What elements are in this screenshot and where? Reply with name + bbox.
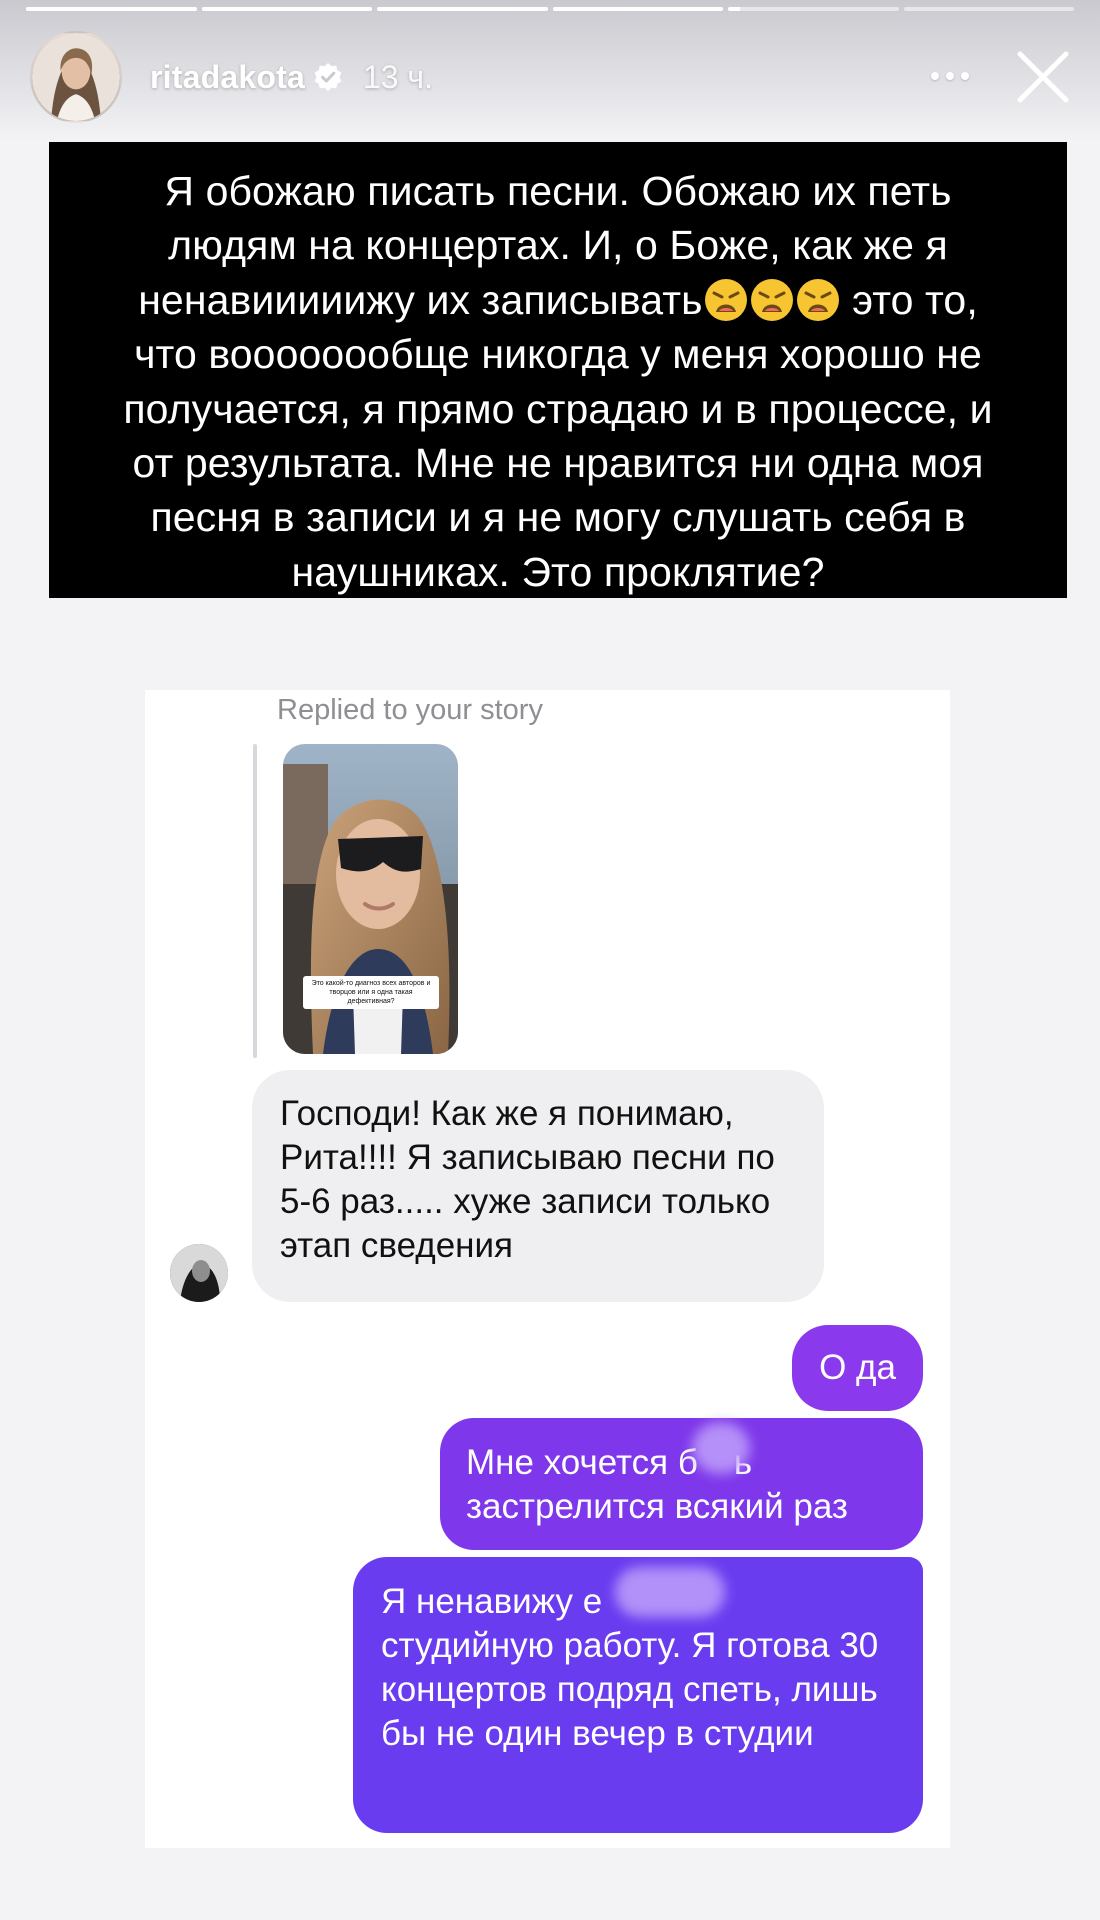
message-text: Мне хочется б bbox=[466, 1443, 698, 1482]
story-caption: Я обожаю писать песни. Обожаю их петь лю… bbox=[49, 142, 1067, 598]
more-dots-icon[interactable] bbox=[910, 56, 990, 96]
progress-segment bbox=[201, 7, 372, 11]
caption-text: ненавииииижу их записывать bbox=[138, 276, 703, 323]
censor-blur bbox=[615, 1567, 725, 1617]
caption-text: это то, bbox=[840, 276, 978, 323]
close-icon[interactable] bbox=[1010, 44, 1076, 110]
message-text: Я ненавижу е bbox=[381, 1582, 603, 1621]
story-header: ritadakota 13 ч. bbox=[30, 31, 1080, 123]
caption-line: людям на концертах. И, о Боже, как же я bbox=[168, 222, 948, 269]
incoming-message[interactable]: Господи! Как же я понимаю, Рита!!!! Я за… bbox=[252, 1070, 824, 1302]
outgoing-message[interactable]: О да bbox=[792, 1325, 923, 1411]
story-viewer: ritadakota 13 ч. Я обожаю писать песни. … bbox=[0, 0, 1100, 1920]
caption-line: от результата. Мне не нравится ни одна м… bbox=[132, 440, 984, 487]
profile-avatar[interactable] bbox=[30, 31, 122, 123]
progress-segment bbox=[552, 7, 723, 11]
outgoing-message[interactable]: Я ненавижу е студийную работу. Я готова … bbox=[353, 1557, 923, 1833]
username[interactable]: ritadakota bbox=[150, 59, 305, 96]
progress-segment bbox=[728, 7, 899, 11]
progress-segment bbox=[377, 7, 548, 11]
story-preview-thumbnail[interactable]: Это какой-то диагноз всех авторов и твор… bbox=[283, 744, 458, 1054]
caption-line-with-emoji: ненавииииижу их записывать это то, bbox=[73, 273, 1043, 327]
caption-line: получается, я прямо страдаю и в процессе… bbox=[123, 385, 993, 432]
caption-line: наушниках. Это проклятие? bbox=[291, 548, 825, 595]
message-text: застрелится всякий раз bbox=[466, 1487, 848, 1526]
caption-line: Я обожаю писать песни. Обожаю их петь bbox=[164, 168, 952, 214]
censor-blur bbox=[692, 1422, 750, 1474]
reply-quote-bar bbox=[253, 744, 257, 1058]
replied-to-story-label: Replied to your story bbox=[277, 694, 543, 726]
verified-badge-icon bbox=[314, 63, 342, 91]
story-preview-caption: Это какой-то диагноз всех авторов и твор… bbox=[303, 976, 439, 1009]
message-text: студийную работу. Я готова 30 концертов … bbox=[381, 1626, 879, 1753]
weary-face-emoji-icon bbox=[750, 278, 793, 321]
caption-line: песня в записи и я не могу слушать себя … bbox=[150, 494, 966, 541]
caption-line: что воооооообще никогда у меня хорошо не bbox=[134, 331, 982, 378]
sender-avatar[interactable] bbox=[170, 1244, 228, 1302]
outgoing-message[interactable]: Мне хочется бь застрелится всякий раз bbox=[440, 1418, 923, 1550]
weary-face-emoji-icon bbox=[796, 278, 839, 321]
weary-face-emoji-icon bbox=[704, 278, 747, 321]
post-time: 13 ч. bbox=[362, 58, 433, 95]
story-progress bbox=[26, 7, 1074, 11]
progress-segment bbox=[26, 7, 197, 11]
progress-segment bbox=[903, 7, 1074, 11]
